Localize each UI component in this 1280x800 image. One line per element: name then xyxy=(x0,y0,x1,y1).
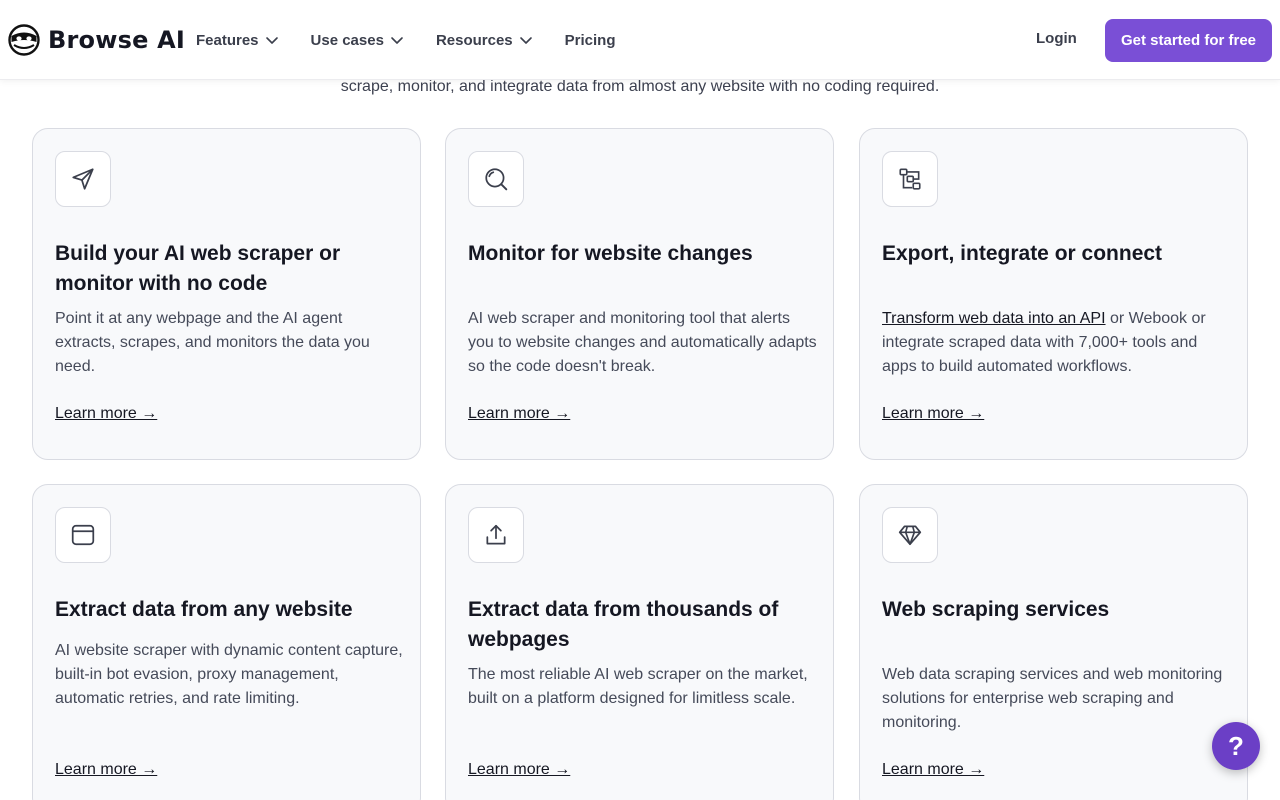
feature-card-no-code: Build your AI web scraper or monitor wit… xyxy=(32,128,421,460)
learn-more-link[interactable]: Learn more → xyxy=(468,405,570,423)
card-description: AI website scraper with dynamic content … xyxy=(55,642,403,707)
card-description: Transform web data into an API or Webook… xyxy=(882,307,1232,379)
chevron-down-icon xyxy=(265,37,278,44)
card-icon-box xyxy=(882,151,938,207)
top-navigation: Browse AI Features Use cases Resources P… xyxy=(0,0,1280,80)
upload-icon xyxy=(486,524,506,545)
learn-more-link[interactable]: Learn more → xyxy=(882,761,984,779)
nav-use-cases[interactable]: Use cases xyxy=(311,32,404,49)
card-icon-box xyxy=(55,151,111,207)
card-icon-box xyxy=(55,507,111,563)
nav-resources-label: Resources xyxy=(435,31,513,49)
card-title: Monitor for website changes xyxy=(468,242,753,265)
card-description: The most reliable AI web scraper on the … xyxy=(468,666,808,707)
nav-pricing[interactable]: Pricing xyxy=(565,32,616,49)
card-icon-box xyxy=(468,151,524,207)
main-menu: Features Use cases Resources Pricing xyxy=(196,0,648,80)
chevron-down-icon xyxy=(391,37,403,44)
feature-card-extract-any: Extract data from any website AI website… xyxy=(32,484,421,800)
learn-more-link[interactable]: Learn more → xyxy=(55,405,157,423)
card-title: Web scraping services xyxy=(882,598,1110,621)
diamond-icon xyxy=(898,525,922,546)
help-button[interactable]: ? xyxy=(1212,722,1260,770)
card-title: Build your AI web scraper or monitor wit… xyxy=(55,242,341,295)
card-description: AI web scraper and monitoring tool that … xyxy=(468,310,817,375)
brand-logo[interactable]: Browse AI xyxy=(8,24,185,56)
feature-card-thousands: Extract data from thousands of webpages … xyxy=(445,484,834,800)
nav-pricing-label: Pricing xyxy=(564,31,616,49)
learn-more-link[interactable]: Learn more → xyxy=(55,761,157,779)
chevron-down-icon xyxy=(519,37,532,44)
nav-features-label: Features xyxy=(196,31,259,49)
card-description: Point it at any webpage and the AI agent… xyxy=(55,310,370,375)
feature-card-export: Export, integrate or connect Transform w… xyxy=(859,128,1248,460)
learn-more-link[interactable]: Learn more → xyxy=(882,405,984,423)
integration-icon xyxy=(899,168,921,190)
browser-window-icon xyxy=(71,524,95,546)
intro-text: scrape, monitor, and integrate data from… xyxy=(340,78,940,95)
login-link[interactable]: Login xyxy=(1036,30,1077,47)
transform-api-link[interactable]: Transform web data into an API xyxy=(882,310,1106,327)
navigation-arrow-icon xyxy=(72,168,94,190)
feature-card-monitor: Monitor for website changes AI web scrap… xyxy=(445,128,834,460)
nav-features[interactable]: Features xyxy=(196,32,279,49)
feature-card-services: Web scraping services Web data scraping … xyxy=(859,484,1248,800)
card-title: Extract data from thousands of webpages xyxy=(468,598,779,651)
card-icon-box xyxy=(468,507,524,563)
learn-more-link[interactable]: Learn more → xyxy=(468,761,570,779)
nav-resources[interactable]: Resources xyxy=(436,32,533,49)
card-title: Export, integrate or connect xyxy=(882,242,1163,265)
get-started-button[interactable]: Get started for free xyxy=(1105,19,1272,62)
robot-logo-icon xyxy=(8,24,40,56)
magnifier-icon xyxy=(485,168,508,191)
brand-name: Browse AI xyxy=(48,26,186,54)
card-title: Extract data from any website xyxy=(55,598,353,621)
nav-use-cases-label: Use cases xyxy=(310,31,384,49)
card-icon-box xyxy=(882,507,938,563)
card-description: Web data scraping services and web monit… xyxy=(882,666,1223,731)
